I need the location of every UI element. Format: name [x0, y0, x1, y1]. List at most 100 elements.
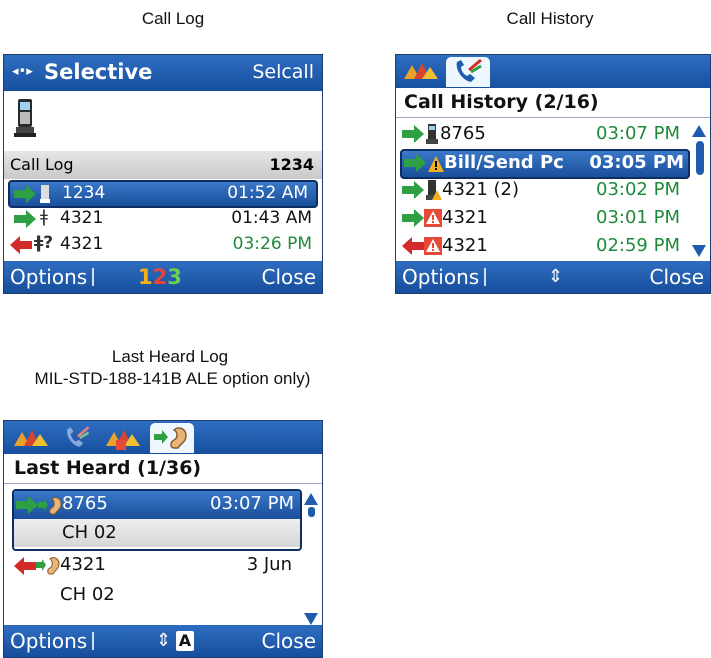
row-time: 02:59 PM [596, 235, 680, 256]
history-row[interactable]: 4321 03:01 PM [396, 205, 710, 231]
mode-label: Selective [44, 60, 153, 84]
close-softkey[interactable]: Close [262, 625, 316, 657]
input-mode-123-icon[interactable]: 123 [138, 261, 182, 293]
outgoing-arrow-icon [402, 181, 424, 199]
outgoing-arrow-icon [404, 154, 426, 172]
call-history-screen: Call History (2/16) 8765 03:07 PM Bill/S… [395, 54, 711, 294]
outgoing-arrow-icon [402, 209, 424, 227]
ear-heard-icon [36, 557, 60, 575]
softkey-bar: Options 123 Close [4, 261, 322, 293]
last-heard-entry[interactable]: 4321 3 Jun CH 02 [12, 553, 302, 609]
softkey-bar: Options ⇕ A Close [4, 625, 322, 657]
incoming-arrow-icon [10, 236, 32, 254]
softkey-separator [92, 632, 94, 650]
last-heard-caption-line2: MIL-STD-188-141B ALE option only) [34, 369, 311, 388]
unknown-antenna-icon: ǂ? [34, 233, 54, 253]
options-softkey[interactable]: Options [10, 625, 87, 657]
handset-warning-icon [426, 180, 442, 200]
row-number: 4321 [442, 207, 488, 228]
alert-icon [424, 209, 442, 227]
warning-icon [428, 156, 444, 172]
row-time: 03:26 PM [232, 234, 312, 254]
network-icon [404, 63, 438, 79]
entry-channel-row: CH 02 [14, 519, 300, 547]
outgoing-arrow-icon [14, 210, 36, 228]
title-divider [396, 117, 710, 118]
entry-number: 8765 [62, 493, 108, 514]
scroll-up-icon[interactable] [304, 493, 318, 505]
page-title: Call History (2/16) [404, 91, 599, 113]
softkey-separator [92, 268, 94, 286]
page-title: Last Heard (1/36) [14, 457, 202, 479]
network-alert-icon[interactable] [104, 426, 140, 450]
row-number: 4321 (2) [442, 179, 520, 200]
options-softkey[interactable]: Options [10, 261, 87, 293]
history-row[interactable]: Bill/Send Pc 03:05 PM [400, 149, 690, 179]
call-log-row[interactable]: ǂ? 4321 03:26 PM [4, 233, 322, 257]
last-heard-screen: Last Heard (1/36) 8765 03:07 PM CH 02 43… [3, 420, 323, 658]
call-history-phone-icon[interactable] [62, 425, 92, 451]
up-down-icon[interactable]: ⇕ [156, 625, 171, 657]
close-softkey[interactable]: Close [650, 261, 704, 293]
history-row[interactable]: 4321 (2) 03:02 PM [396, 177, 710, 203]
call-log-row[interactable]: ǂ 4321 01:43 AM [4, 207, 322, 231]
scrollbar-thumb[interactable] [696, 141, 704, 175]
mode-header-bar: ◂•▸ Selective Selcall [4, 55, 322, 91]
row-time: 03:02 PM [596, 179, 680, 200]
handset-icon [426, 124, 438, 144]
entry-header: 8765 03:07 PM [14, 491, 300, 519]
incoming-arrow-icon [14, 557, 36, 575]
row-time: 01:43 AM [231, 208, 312, 228]
network-icon[interactable] [12, 426, 48, 450]
history-row[interactable]: 4321 02:59 PM [396, 233, 710, 259]
entry-channel: CH 02 [62, 522, 117, 543]
input-mode-a-icon[interactable]: A [176, 631, 194, 651]
tab-last-heard[interactable] [150, 423, 194, 453]
call-history-caption: Call History [506, 9, 594, 28]
history-row[interactable]: 8765 03:07 PM [396, 121, 710, 147]
scroll-up-icon[interactable] [692, 125, 706, 137]
row-name: Bill/Send Pc [444, 152, 564, 173]
row-number: 4321 [442, 235, 488, 256]
call-log-section-header: Call Log 1234 [4, 151, 322, 179]
options-softkey[interactable]: Options [402, 261, 479, 293]
scrollbar-thumb[interactable] [308, 507, 315, 517]
scroll-down-icon[interactable] [304, 613, 318, 625]
call-log-screen: ◂•▸ Selective Selcall Call Log 1234 1234… [3, 54, 323, 294]
entry-time: 3 Jun [246, 554, 292, 575]
antenna-icon: ǂ [40, 207, 48, 227]
outgoing-arrow-icon [14, 185, 36, 203]
title-divider [4, 483, 322, 484]
call-log-row[interactable]: 1234 01:52 AM [8, 180, 318, 208]
section-title: Call Log [10, 155, 74, 174]
row-number: 4321 [60, 234, 104, 254]
entry-time: 03:07 PM [210, 493, 294, 514]
row-number: 1234 [62, 183, 106, 203]
section-value: 1234 [269, 155, 314, 174]
entry-number: 4321 [60, 554, 106, 575]
entry-channel: CH 02 [60, 584, 115, 605]
softkey-separator [484, 268, 486, 286]
tab-call-history[interactable] [446, 57, 490, 87]
incoming-arrow-icon [402, 237, 424, 255]
last-heard-entry[interactable]: 8765 03:07 PM CH 02 [12, 489, 302, 551]
row-time: 01:52 AM [227, 183, 308, 203]
row-number: 8765 [440, 123, 486, 144]
outgoing-arrow-icon [16, 496, 38, 514]
softkey-bar: Options ⇕ Close [396, 261, 710, 293]
call-log-caption: Call Log [141, 9, 205, 28]
row-number: 4321 [60, 208, 104, 228]
tab-network[interactable] [402, 59, 442, 85]
mode-arrows-icon: ◂•▸ [12, 64, 33, 79]
scroll-down-icon[interactable] [692, 245, 706, 257]
up-down-icon[interactable]: ⇕ [548, 261, 563, 293]
ear-icon [154, 427, 187, 449]
mode-right-label: Selcall [252, 61, 314, 83]
row-time: 03:01 PM [596, 207, 680, 228]
tab-bar [396, 55, 710, 88]
row-time: 03:07 PM [596, 123, 680, 144]
tab-bar [4, 421, 322, 454]
call-history-phone-icon [456, 58, 482, 82]
close-softkey[interactable]: Close [262, 261, 316, 293]
alert-icon [424, 237, 442, 255]
